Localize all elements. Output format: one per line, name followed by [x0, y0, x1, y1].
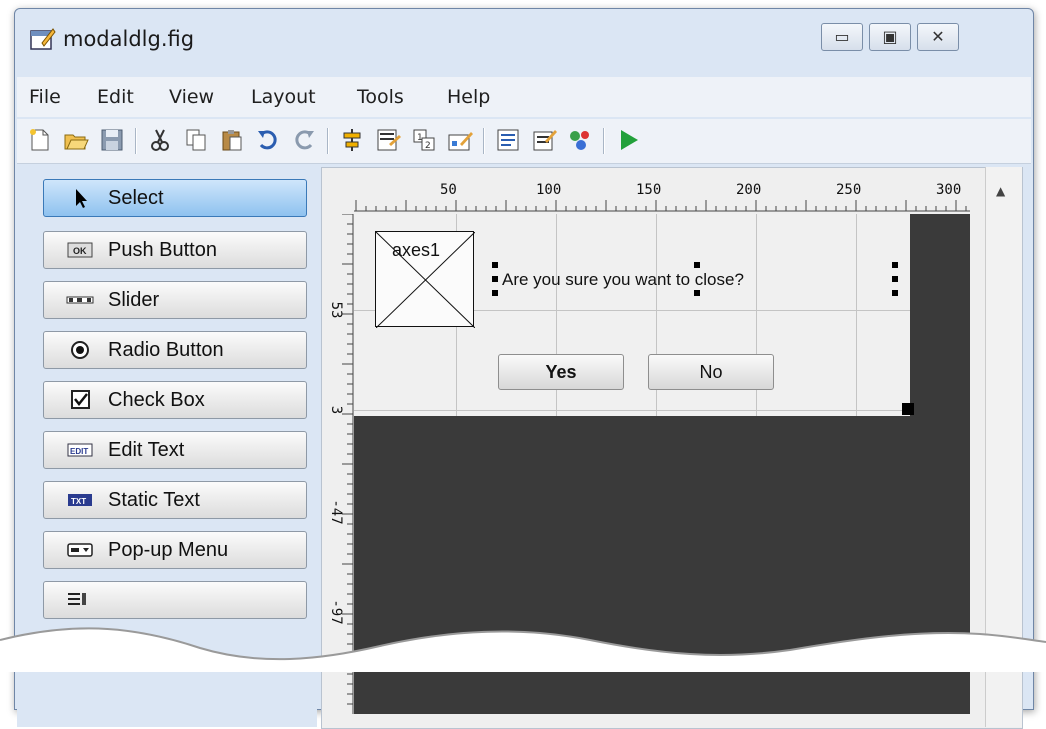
palette-label: Push Button [108, 239, 217, 261]
app-icon [30, 28, 56, 50]
window-title: modaldlg.fig [63, 27, 195, 51]
align-icon[interactable] [339, 127, 365, 153]
yes-button[interactable]: Yes [498, 354, 624, 390]
selection-handle[interactable] [892, 276, 898, 282]
paste-icon[interactable] [219, 127, 245, 153]
menu-layout[interactable]: Layout [251, 86, 316, 108]
toolbar-separator [483, 128, 484, 154]
ruler-tick-label: 100 [536, 182, 562, 198]
ruler-tick-label: 300 [936, 182, 962, 198]
toolbar: 12 [17, 119, 1031, 164]
grid-line [856, 214, 857, 416]
axes-label: axes1 [392, 240, 441, 260]
copy-icon[interactable] [183, 127, 209, 153]
ruler-tick-label: 150 [636, 182, 662, 198]
palette-label: Slider [108, 289, 160, 311]
palette-label: Radio Button [108, 339, 224, 361]
radio-button-icon [71, 341, 89, 359]
save-icon[interactable] [99, 127, 125, 153]
palette-radio-button[interactable]: Radio Button [43, 331, 307, 369]
palette-label: Pop-up Menu [108, 539, 229, 561]
menu-bar: File Edit View Layout Tools Help [17, 77, 1031, 117]
menu-edit[interactable]: Edit [97, 86, 134, 108]
push-button-icon: OK [67, 242, 93, 258]
axes-component[interactable]: axes1 [375, 231, 475, 328]
mfile-editor-icon[interactable] [495, 127, 521, 153]
redo-icon[interactable] [291, 127, 317, 153]
svg-text:OK: OK [73, 246, 87, 256]
ruler-tick-label: 53 [328, 301, 344, 319]
menu-view[interactable]: View [169, 86, 214, 108]
cursor-icon [76, 189, 87, 208]
ruler-tick-label: 250 [836, 182, 862, 198]
tab-order-icon[interactable]: 12 [411, 127, 437, 153]
dialog-figure[interactable]: axes1 Are you sure you want to close? Ye… [354, 214, 910, 416]
palette-label: Select [108, 187, 164, 209]
palette-push-button[interactable]: OK Push Button [43, 231, 307, 269]
palette-label: Check Box [108, 389, 205, 411]
ruler-tick-label: 3 [328, 405, 344, 415]
svg-text:EDIT: EDIT [70, 447, 88, 456]
selection-handle[interactable] [492, 262, 498, 268]
maximize-button[interactable]: ▣ [869, 23, 911, 51]
toolbar-separator [603, 128, 604, 154]
selection-handle[interactable] [694, 262, 700, 268]
svg-text:1: 1 [417, 133, 423, 143]
check-box-icon [71, 390, 90, 409]
palette-label: Static Text [108, 489, 200, 511]
palette-popup-menu[interactable]: Pop-up Menu [43, 531, 307, 569]
menu-tools[interactable]: Tools [357, 86, 404, 108]
title-bar: modaldlg.fig ▭ ▣ ✕ [15, 9, 1033, 73]
figure-resize-handle[interactable] [902, 403, 914, 415]
menu-editor-icon[interactable] [375, 127, 401, 153]
selection-handle[interactable] [892, 290, 898, 296]
scroll-up-arrow-icon[interactable]: ▲ [996, 184, 1005, 198]
palette-check-box[interactable]: Check Box [43, 381, 307, 419]
grid-line [354, 410, 910, 411]
palette-static-text[interactable]: TXT Static Text [43, 481, 307, 519]
toolbar-separator [327, 128, 328, 154]
palette-edit-text[interactable]: EDIT Edit Text [43, 431, 307, 469]
selection-handle[interactable] [694, 290, 700, 296]
palette-select[interactable]: Select [43, 179, 307, 217]
open-folder-icon[interactable] [63, 127, 89, 153]
menu-help[interactable]: Help [447, 86, 490, 108]
new-file-icon[interactable] [27, 127, 53, 153]
slider-icon [66, 296, 94, 304]
property-inspector-icon[interactable] [531, 127, 557, 153]
static-text-icon: TXT [68, 494, 92, 506]
no-button[interactable]: No [648, 354, 774, 390]
popup-menu-icon [67, 543, 93, 557]
run-icon[interactable] [615, 127, 641, 153]
object-browser-icon[interactable] [567, 127, 593, 153]
palette-label: Edit Text [108, 439, 185, 461]
ruler-tick-label: -47 [328, 499, 344, 525]
menu-file[interactable]: File [29, 86, 61, 108]
svg-text:2: 2 [425, 141, 431, 151]
minimize-icon: ▭ [834, 27, 850, 46]
palette-slider[interactable]: Slider [43, 281, 307, 319]
minimize-button[interactable]: ▭ [821, 23, 863, 51]
torn-edge [0, 627, 1046, 672]
close-icon: ✕ [931, 27, 945, 46]
ruler-tick-label: 50 [440, 182, 457, 198]
undo-icon[interactable] [255, 127, 281, 153]
horizontal-ruler: 50 100 150 200 250 300 [354, 176, 970, 212]
cut-icon[interactable] [147, 127, 173, 153]
toolbar-separator [135, 128, 136, 154]
svg-text:TXT: TXT [71, 497, 86, 506]
static-text-component[interactable]: Are you sure you want to close? [502, 270, 744, 290]
toolbar-editor-icon[interactable] [447, 127, 473, 153]
close-button[interactable]: ✕ [917, 23, 959, 51]
selection-handle[interactable] [492, 276, 498, 282]
maximize-icon: ▣ [882, 27, 898, 46]
selection-handle[interactable] [892, 262, 898, 268]
selection-handle[interactable] [492, 290, 498, 296]
edit-text-icon: EDIT [67, 443, 93, 457]
ruler-tick-label: 200 [736, 182, 762, 198]
